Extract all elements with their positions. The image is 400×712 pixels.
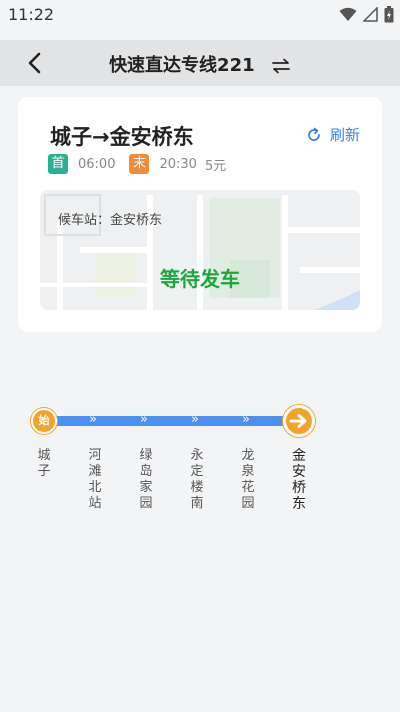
route-name: 城子→金安桥东 (50, 125, 194, 149)
waiting-station-label: 候车站：金安桥东 (58, 213, 163, 228)
first-bus-tag: 首 (48, 154, 68, 174)
refresh-label: 刷新 (329, 126, 360, 144)
stop-item[interactable]: 永定楼南 (189, 448, 205, 512)
last-bus-time: 20:30 (159, 156, 197, 172)
swap-direction-button[interactable] (271, 58, 291, 74)
stop-item[interactable]: 绿岛家园 (138, 448, 154, 512)
direction-arrow: » (89, 412, 97, 427)
refresh-button[interactable]: 刷新 (306, 124, 360, 145)
battery-icon (384, 5, 394, 22)
signal-icon (363, 6, 378, 22)
start-marker: 始 (31, 408, 57, 434)
app-bar: 快速直达专线221 (0, 40, 400, 86)
map-background (40, 190, 360, 310)
service-time-row: 首 06:00 末 20:30 5元 (48, 154, 226, 174)
stop-item[interactable]: 河滩北站 (87, 448, 103, 512)
stop-item[interactable]: 城子 (36, 448, 52, 480)
page-title: 快速直达专线221 (109, 55, 255, 76)
last-bus-tag: 末 (129, 154, 150, 174)
map-view[interactable] (40, 190, 360, 310)
route-line-diagram: » » » » 始 城子 河滩北站 绿岛家园 永定楼南 龙泉花园 金安桥东 (0, 400, 400, 540)
direction-arrow: » (242, 412, 250, 427)
swap-arrows-icon (272, 58, 290, 74)
first-bus-time: 06:00 (78, 156, 116, 172)
bus-position-marker (283, 405, 315, 437)
status-bar: 11:22 (0, 0, 400, 40)
direction-arrow: » (191, 412, 199, 427)
route-line-bar (44, 416, 299, 426)
status-icons (339, 5, 394, 23)
header-title-wrap: 快速直达专线221 (0, 51, 400, 77)
bus-status-text: 等待发车 (160, 267, 240, 291)
status-time: 11:22 (8, 5, 55, 24)
direction-arrow: » (140, 412, 148, 427)
arrow-right-icon (289, 414, 307, 428)
fare-price: 5元 (204, 158, 227, 174)
stop-item[interactable]: 龙泉花园 (240, 448, 256, 512)
wifi-icon (339, 7, 357, 21)
stop-item-current[interactable]: 金安桥东 (290, 448, 308, 512)
refresh-icon (308, 127, 320, 141)
route-card: 城子→金安桥东 刷新 首 06:00 末 20:30 5元 候车站：金安桥东 等… (18, 97, 382, 332)
